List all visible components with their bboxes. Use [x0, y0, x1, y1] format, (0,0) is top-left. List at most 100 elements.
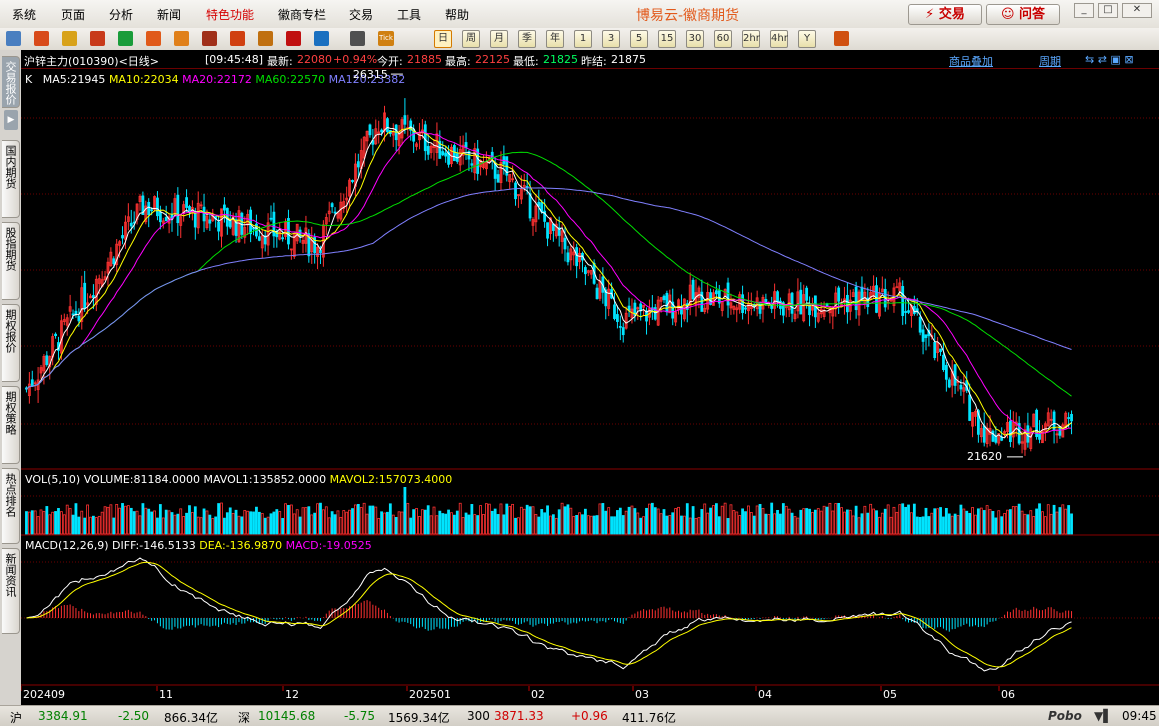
candle-body: [304, 227, 308, 244]
nav-tab-5[interactable]: 期权策略: [2, 386, 20, 464]
menu-features[interactable]: 特色功能: [206, 6, 254, 23]
volume-bar: [97, 515, 101, 535]
period-7-button[interactable]: 3: [602, 30, 620, 48]
candle-body: [164, 217, 168, 222]
period-6-button[interactable]: 1: [574, 30, 592, 48]
back-icon[interactable]: [6, 31, 21, 46]
pencil-icon[interactable]: [230, 31, 245, 46]
refresh-icon[interactable]: [118, 31, 133, 46]
candle-body: [866, 297, 870, 308]
grid-icon[interactable]: [834, 31, 849, 46]
volume-bar: [1070, 513, 1073, 535]
volume-bar: [39, 509, 43, 535]
volume-bar: [351, 508, 354, 535]
zoom-out-icon[interactable]: [174, 31, 189, 46]
volume-bar: [170, 512, 174, 535]
menu-trade[interactable]: 交易: [349, 6, 373, 23]
tick-icon[interactable]: Tick: [378, 31, 394, 46]
candle-body: [313, 237, 317, 254]
trade-button[interactable]: ⚡ 交易: [908, 4, 982, 25]
nav-tab-3[interactable]: 股指期货: [2, 222, 20, 300]
candle-body: [287, 218, 290, 245]
period-3-button[interactable]: 月: [490, 30, 508, 48]
menu-analysis[interactable]: 分析: [109, 6, 133, 23]
overlay-link[interactable]: 商品叠加: [949, 53, 993, 69]
candle-body: [837, 287, 841, 302]
ask-button[interactable]: ☺ 问答: [986, 4, 1060, 25]
candle-body: [805, 287, 809, 301]
candle-body: [912, 305, 916, 314]
volume-bar: [802, 508, 806, 535]
nav-tab-2[interactable]: 国内期货: [2, 140, 20, 218]
menu-news[interactable]: 新闻: [157, 6, 181, 23]
volume-bar: [793, 516, 797, 535]
candle-body: [330, 203, 334, 208]
nav-tab-1[interactable]: 交易报价: [2, 56, 20, 108]
briefcase-icon[interactable]: [90, 31, 105, 46]
book-icon[interactable]: [62, 31, 77, 46]
window-icon[interactable]: [202, 31, 217, 46]
candle-body: [607, 288, 611, 309]
menu-help[interactable]: 帮助: [445, 6, 469, 23]
period-14-button[interactable]: Y: [798, 30, 816, 48]
period-10-button[interactable]: 30: [686, 30, 704, 48]
home-icon[interactable]: [34, 31, 49, 46]
sh-label: 沪: [10, 711, 23, 725]
period-link[interactable]: 周期: [1039, 53, 1061, 69]
maximize-icon[interactable]: □: [1098, 3, 1118, 18]
palette-icon[interactable]: [258, 31, 273, 46]
menu-tools[interactable]: 工具: [397, 6, 421, 23]
candle-body: [813, 295, 817, 318]
nav-tab-label: 新闻资讯: [4, 553, 17, 597]
period-8-button[interactable]: 5: [630, 30, 648, 48]
list-icon[interactable]: [350, 31, 365, 46]
minimize-icon[interactable]: _: [1074, 3, 1094, 18]
volume-bar: [776, 509, 779, 535]
period-4-button[interactable]: 季: [518, 30, 536, 48]
nav-tab-4[interactable]: 期权报价: [2, 304, 20, 382]
menu-page[interactable]: 页面: [61, 6, 85, 23]
menu-column[interactable]: 徽商专栏: [278, 6, 326, 23]
candle-body: [1020, 441, 1024, 444]
candle-body: [583, 267, 587, 275]
volume-bar: [845, 509, 849, 535]
brand-logo: Pobo: [1048, 709, 1082, 723]
volume-bar: [447, 509, 450, 535]
candle-body: [1055, 433, 1059, 436]
nav-tab-6[interactable]: 热点排名: [2, 468, 20, 544]
menu-system[interactable]: 系统: [12, 6, 36, 23]
candle-body: [694, 292, 698, 306]
volume-bar: [249, 511, 253, 535]
period-5-button[interactable]: 年: [546, 30, 564, 48]
volume-bar: [432, 506, 436, 535]
filter-icon[interactable]: [286, 31, 301, 46]
candle-body: [560, 230, 564, 242]
period-12-button[interactable]: 2hr: [742, 30, 760, 48]
new-icon[interactable]: [314, 31, 329, 46]
period-1-button[interactable]: 日: [434, 30, 452, 48]
close-icon[interactable]: ✕: [1122, 3, 1152, 18]
candle-body: [231, 215, 235, 235]
nav-tab-7[interactable]: 新闻资讯: [2, 548, 20, 634]
volume-bar: [255, 506, 258, 535]
volume-bar: [217, 503, 220, 535]
candle-body: [470, 163, 474, 166]
candle-body: [662, 295, 666, 301]
candle-body: [781, 302, 785, 316]
volume-bar: [301, 507, 305, 535]
candle-body: [828, 308, 832, 314]
volume-bar: [284, 503, 287, 535]
period-2-button[interactable]: 周: [462, 30, 480, 48]
period-9-button[interactable]: 15: [658, 30, 676, 48]
volume-bar: [714, 503, 718, 535]
chart-panel[interactable]: 沪锌主力(010390)<日线> [09:45:48] 最新: 22080 +0…: [21, 50, 1159, 705]
candle-body: [898, 282, 902, 292]
period-13-button[interactable]: 4hr: [770, 30, 788, 48]
period-11-button[interactable]: 60: [714, 30, 732, 48]
zoom-in-icon[interactable]: [146, 31, 161, 46]
panel-buttons-icon[interactable]: ⇆ ⇄ ▣ ⊠: [1085, 53, 1134, 66]
volume-bar: [36, 516, 40, 535]
nav-arrow-icon[interactable]: ▶: [4, 110, 18, 130]
volume-bar: [121, 503, 124, 535]
volume-bar: [499, 503, 503, 535]
